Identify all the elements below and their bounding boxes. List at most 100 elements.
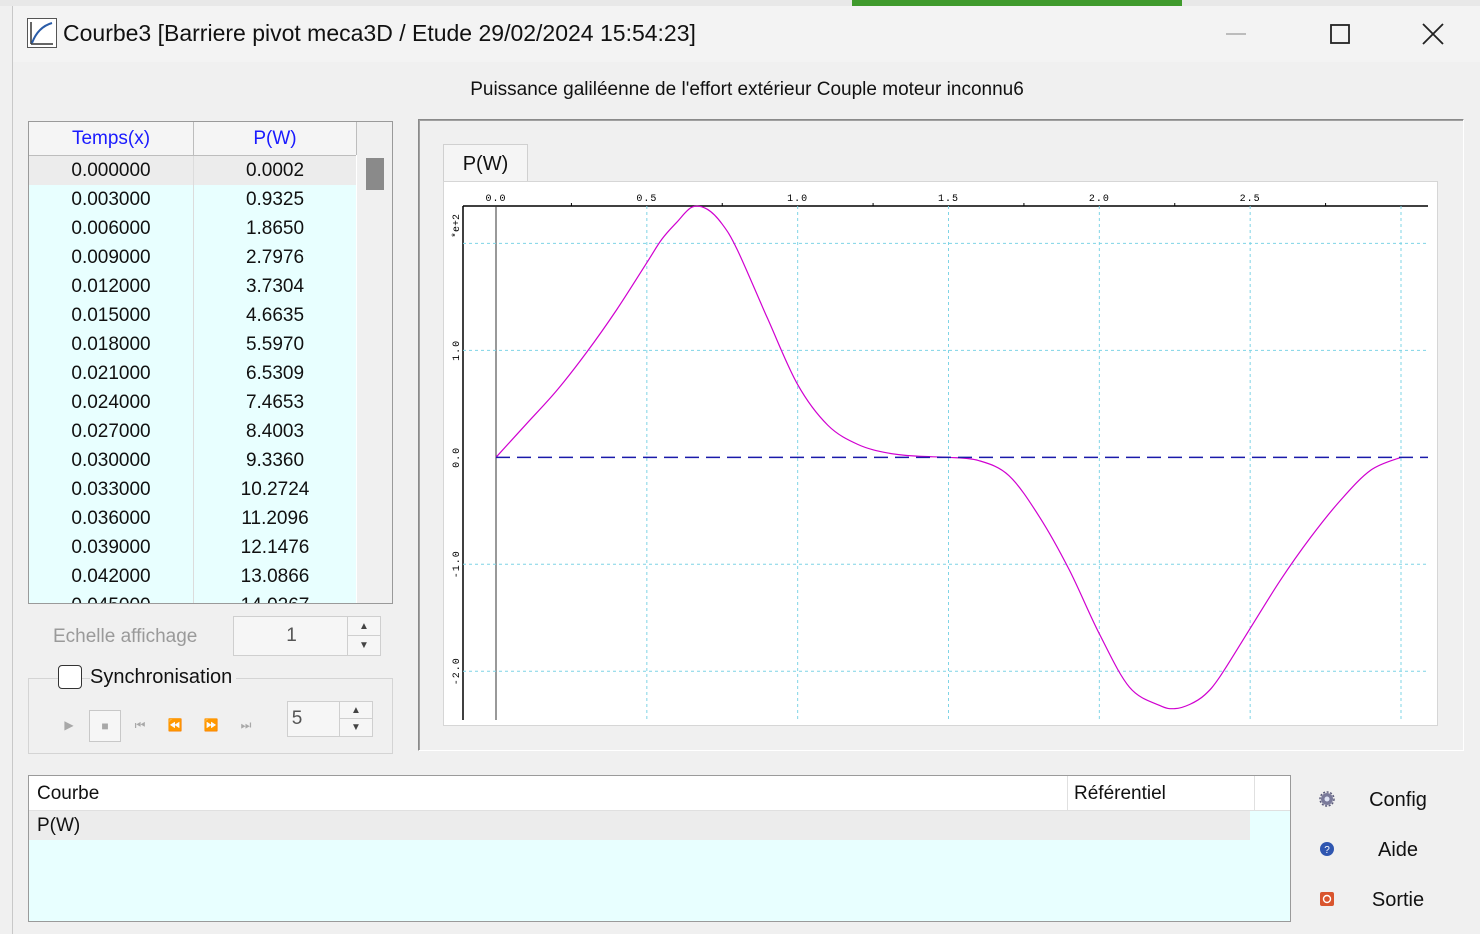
table-row[interactable]: 0.012000 3.7304: [29, 272, 356, 301]
values-table[interactable]: Temps(x) P(W) 0.000000 0.0002 0.003000 0.93…: [28, 121, 393, 604]
column-header-power[interactable]: P(W): [194, 122, 357, 155]
x-tick-label: 2.0: [1089, 194, 1110, 205]
time-cell: 0.045000: [29, 591, 194, 603]
table-row[interactable]: 0.021000 6.5309: [29, 359, 356, 388]
power-cell: 6.5309: [245, 363, 305, 384]
table-header: Temps(x) P(W): [29, 122, 357, 156]
table-row[interactable]: 0.003000 0.9325: [29, 185, 356, 214]
power-cell: 8.4003: [245, 421, 305, 442]
time-cell: 0.027000: [29, 417, 194, 446]
power-cell: 9.3360: [245, 450, 305, 471]
power-cell: 2.7976: [245, 247, 305, 268]
x-tick-label: 0.5: [636, 194, 657, 205]
close-button[interactable]: [1410, 14, 1456, 54]
table-row[interactable]: 0.030000 9.3360: [29, 446, 356, 475]
help-button[interactable]: ? Aide: [1313, 829, 1443, 869]
time-cell: 0.015000: [29, 301, 194, 330]
y-exponent-label: *e+2: [451, 214, 463, 238]
table-row[interactable]: 0.018000 5.5970: [29, 330, 356, 359]
power-cell: 4.6635: [245, 305, 305, 326]
table-row[interactable]: 0.015000 4.6635: [29, 301, 356, 330]
help-icon: ?: [1320, 842, 1334, 856]
curve-list-row[interactable]: P(W): [29, 811, 1250, 840]
time-cell: 0.018000: [29, 330, 194, 359]
curve-name: P(W): [37, 815, 81, 836]
x-tick-label: 1.0: [787, 194, 808, 205]
x-tick-label: 0.0: [485, 194, 506, 205]
table-row[interactable]: 0.036000 11.2096: [29, 504, 356, 533]
table-row[interactable]: 0.006000 1.8650: [29, 214, 356, 243]
title-bar[interactable]: Courbe3 [Barriere pivot meca3D / Etude 2…: [13, 6, 1480, 62]
play-icon[interactable]: ▶: [54, 710, 84, 740]
table-row[interactable]: 0.04500014.0267: [29, 591, 356, 603]
curve-window: Courbe3 [Barriere pivot meca3D / Etude 2…: [12, 6, 1480, 934]
table-row[interactable]: 0.039000 12.1476: [29, 533, 356, 562]
first-frame-icon[interactable]: ⏮: [125, 710, 155, 740]
tab-pw[interactable]: P(W): [443, 144, 528, 183]
table-row[interactable]: 0.009000 2.7976: [29, 243, 356, 272]
y-tick-label: 1.0: [452, 340, 463, 361]
step-value[interactable]: 5: [290, 702, 304, 736]
step-up-icon[interactable]: ▲: [340, 702, 372, 719]
fast-forward-icon[interactable]: ⏩: [196, 710, 226, 740]
table-row[interactable]: 0.033000 10.2724: [29, 475, 356, 504]
spin-up-icon[interactable]: ▲: [348, 617, 380, 636]
exit-icon: [1320, 892, 1334, 906]
scale-value[interactable]: 1: [234, 617, 349, 655]
column-header-referential[interactable]: Référentiel: [1067, 776, 1255, 810]
rewind-icon[interactable]: ⏪: [160, 710, 190, 740]
spin-down-icon[interactable]: ▼: [348, 636, 380, 655]
plot-area[interactable]: 0.0 0.5 1.0 1.5 2.0 2.5 -2.0 -1.0 0.0 1.0 *e+2: [443, 181, 1438, 726]
column-header-curve[interactable]: Courbe: [37, 776, 99, 810]
time-cell: 0.033000: [29, 475, 194, 504]
table-row[interactable]: 0.024000 7.4653: [29, 388, 356, 417]
config-button[interactable]: Config: [1313, 779, 1443, 819]
x-tick-label: 1.5: [938, 194, 959, 205]
power-cell: 12.1476: [240, 537, 310, 558]
curve-app-icon: [27, 18, 57, 48]
table-row[interactable]: 0.042000 13.0866: [29, 562, 356, 591]
curve-list[interactable]: Courbe Référentiel P(W): [28, 775, 1291, 922]
last-frame-icon[interactable]: ⏭: [231, 710, 261, 740]
time-cell: 0.009000: [29, 243, 194, 272]
y-tick-label: -1.0: [452, 550, 463, 578]
time-cell: 0.021000: [29, 359, 194, 388]
table-body: 0.000000 0.0002 0.003000 0.9325 0.006000 1.86…: [29, 156, 356, 603]
sync-label: Synchronisation: [90, 666, 237, 689]
time-cell: 0.024000: [29, 388, 194, 417]
exit-label: Sortie: [1371, 889, 1425, 911]
time-cell: 0.030000: [29, 446, 194, 475]
svg-text:?: ?: [1324, 845, 1330, 856]
power-cell: 10.2724: [240, 479, 310, 500]
time-cell: 0.042000: [29, 562, 194, 591]
plot-heading: Puissance galiléenne de l'effort extérie…: [470, 79, 1024, 100]
curve-list-header: Courbe Référentiel: [29, 776, 1290, 811]
column-header-time[interactable]: Temps(x): [29, 122, 194, 155]
scrollbar-thumb[interactable]: [366, 158, 384, 190]
config-label: Config: [1369, 789, 1427, 811]
help-label: Aide: [1377, 839, 1419, 861]
power-cell: 13.0866: [240, 566, 310, 587]
time-cell: 0.006000: [29, 214, 194, 243]
power-cell: 7.4653: [245, 392, 305, 413]
scale-spinner[interactable]: 1 ▲ ▼: [233, 616, 381, 656]
power-cell: 3.7304: [245, 276, 305, 297]
exit-button[interactable]: Sortie: [1313, 879, 1443, 919]
time-cell: 0.012000: [29, 272, 194, 301]
table-scrollbar[interactable]: [357, 122, 392, 603]
table-row[interactable]: 0.027000 8.4003: [29, 417, 356, 446]
y-tick-label: 0.0: [452, 447, 463, 468]
power-cell: 11.2096: [241, 508, 309, 529]
maximize-button[interactable]: [1317, 14, 1363, 54]
power-cell: 14.0267: [194, 591, 356, 603]
minimize-button[interactable]: [1213, 14, 1259, 54]
gear-icon: [1319, 791, 1335, 807]
power-cell: 1.8650: [245, 218, 305, 239]
time-cell: 0.000000: [29, 156, 194, 185]
step-spinner[interactable]: 5 ▲ ▼: [287, 701, 373, 737]
sync-checkbox[interactable]: [58, 665, 82, 689]
step-down-icon[interactable]: ▼: [340, 719, 372, 736]
stop-icon[interactable]: ■: [89, 710, 121, 742]
time-cell: 0.003000: [29, 185, 194, 214]
table-row[interactable]: 0.000000 0.0002: [29, 156, 356, 185]
